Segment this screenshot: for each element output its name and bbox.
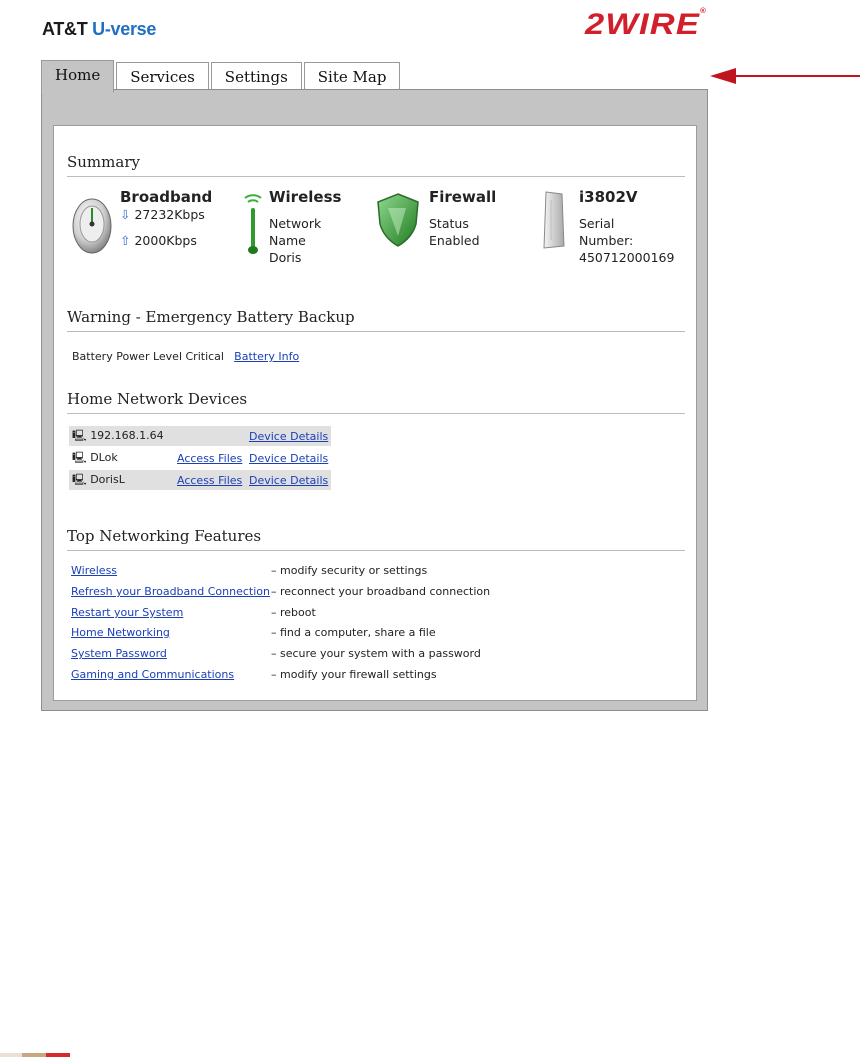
broadband-title: Broadband <box>120 188 213 206</box>
feature-link-refresh[interactable]: Refresh your Broadband Connection <box>71 585 270 598</box>
devices-title: Home Network Devices <box>67 390 248 408</box>
devices-divider <box>67 413 685 414</box>
shield-icon <box>377 193 419 247</box>
computer-icon: 🖳 <box>72 428 87 442</box>
content-panel: Summary Broadband ⇩ 27232Kbps ⇧ 2000Kbps… <box>53 125 697 701</box>
download-arrow-icon: ⇩ <box>120 207 131 222</box>
device-details-link[interactable]: Device Details <box>249 430 328 443</box>
device-row: 🖳 DLok Access Files Device Details <box>69 448 331 468</box>
firewall-line1: Status <box>429 216 469 231</box>
warning-message: Battery Power Level Critical <box>72 350 224 363</box>
warning-row: Battery Power Level Critical Battery Inf… <box>72 345 299 364</box>
partner-logo-text: 2WIRE <box>585 8 701 41</box>
features-title: Top Networking Features <box>67 527 262 545</box>
tab-services[interactable]: Services <box>116 62 209 92</box>
device-details-link[interactable]: Device Details <box>249 452 328 465</box>
upload-arrow-icon: ⇧ <box>120 233 131 248</box>
feature-link-gaming[interactable]: Gaming and Communications <box>71 668 234 681</box>
device-serial: 450712000169 <box>579 250 675 265</box>
feature-link-home-networking[interactable]: Home Networking <box>71 626 170 639</box>
arrow-annotation-icon <box>710 68 860 84</box>
computer-icon: 🖳 <box>72 450 87 464</box>
firewall-status: Enabled <box>429 233 480 248</box>
device-row: 🖳 192.168.1.64 Device Details <box>69 426 332 446</box>
features-divider <box>67 550 685 551</box>
device-row: 🖳 DorisL Access Files Device Details <box>69 470 332 490</box>
broadband-up-value: 2000Kbps <box>134 233 197 248</box>
feature-desc: – reconnect your broadband connection <box>271 585 491 598</box>
broadband-down-value: 27232Kbps <box>134 207 205 222</box>
device-name: 192.168.1.64 <box>90 428 164 442</box>
feature-desc: – modify your firewall settings <box>271 668 437 681</box>
device-details-link[interactable]: Device Details <box>249 474 328 487</box>
feature-desc: – find a computer, share a file <box>271 626 436 639</box>
feature-link-restart[interactable]: Restart your System <box>71 606 183 619</box>
gauge-icon <box>72 198 112 254</box>
tab-settings[interactable]: Settings <box>210 62 302 92</box>
tab-bar: Home Services Settings Site Map <box>41 60 402 93</box>
access-files-link[interactable]: Access Files <box>177 452 242 465</box>
battery-info-link[interactable]: Battery Info <box>234 350 299 363</box>
device-summary: i3802V Serial Number: 450712000169 <box>579 188 674 266</box>
feature-desc: – modify security or settings <box>271 564 428 577</box>
warning-title: Warning - Emergency Battery Backup <box>67 308 355 326</box>
tab-site-map[interactable]: Site Map <box>303 62 401 92</box>
brand-uverse: U-verse <box>92 19 157 39</box>
broadband-summary: Broadband ⇩ 27232Kbps ⇧ 2000Kbps <box>120 188 212 249</box>
wireless-summary: Wireless Network Name Doris <box>269 188 341 266</box>
content-frame: Summary Broadband ⇩ 27232Kbps ⇧ 2000Kbps… <box>41 89 708 711</box>
antenna-icon <box>244 194 262 254</box>
feature-link-system-password[interactable]: System Password <box>71 647 167 660</box>
summary-title: Summary <box>67 153 140 171</box>
feature-link-wireless[interactable]: Wireless <box>71 564 117 577</box>
wireless-title: Wireless <box>269 188 342 206</box>
device-name: DorisL <box>90 472 125 486</box>
devices-table: 🖳 192.168.1.64 Device Details 🖳 DLok Acc… <box>69 424 332 492</box>
device-name: DLok <box>90 450 118 464</box>
partner-reg-mark: ® <box>700 8 708 15</box>
wireless-network-name: Doris <box>269 250 302 265</box>
tab-home[interactable]: Home <box>41 60 115 93</box>
firewall-title: Firewall <box>429 188 497 206</box>
wireless-line1: Network <box>269 216 322 231</box>
feature-desc: – secure your system with a password <box>271 647 481 660</box>
brand-main: AT&T <box>42 19 93 39</box>
footer-color-bar <box>0 1053 70 1057</box>
wireless-line2: Name <box>269 233 306 248</box>
firewall-summary: Firewall Status Enabled <box>429 188 496 249</box>
computer-icon: 🖳 <box>72 472 87 486</box>
brand-logo: AT&T U-verse <box>42 19 156 40</box>
device-line1: Serial <box>579 216 615 231</box>
gateway-device-icon <box>543 191 565 249</box>
partner-logo: 2WIRE® <box>585 8 707 42</box>
warning-divider <box>67 331 685 332</box>
access-files-link[interactable]: Access Files <box>177 474 242 487</box>
summary-divider <box>67 176 685 177</box>
device-model: i3802V <box>579 188 638 206</box>
device-line2: Number: <box>579 233 634 248</box>
feature-desc: – reboot <box>271 606 316 619</box>
